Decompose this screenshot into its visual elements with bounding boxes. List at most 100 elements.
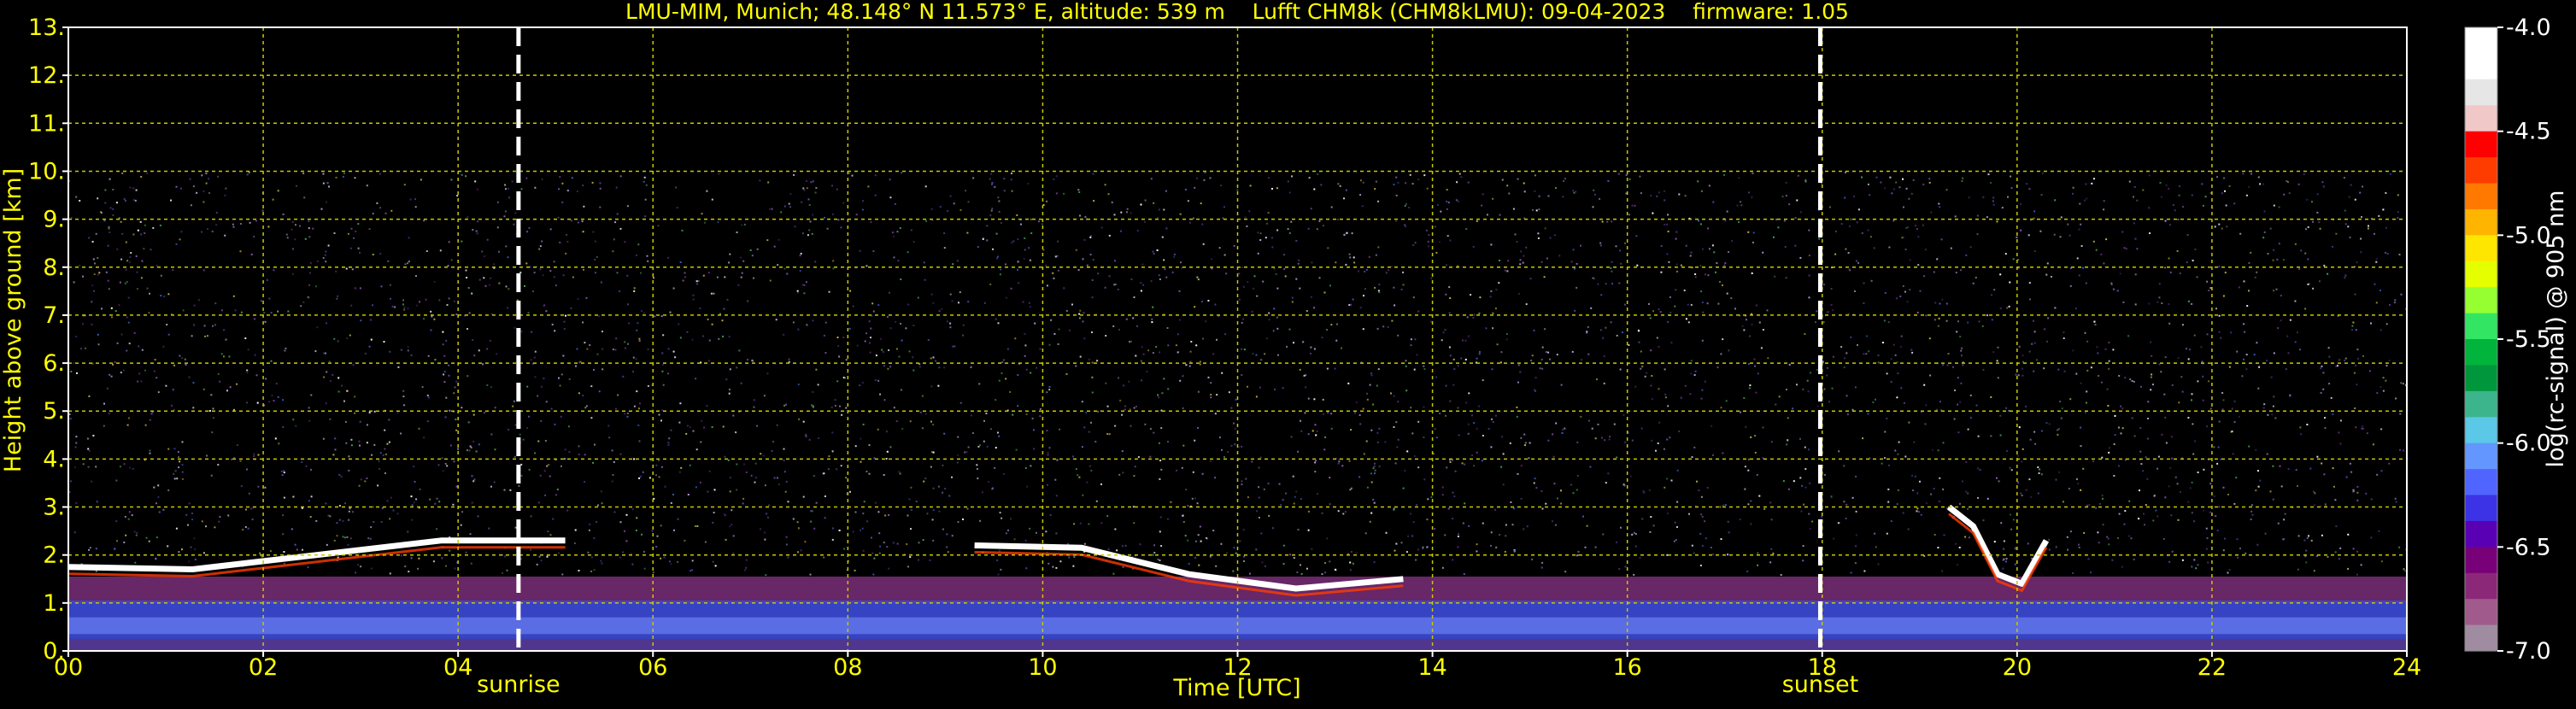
signal-noise-speck xyxy=(366,478,368,479)
signal-noise-speck xyxy=(1534,174,1536,177)
signal-noise-speck xyxy=(1170,501,1172,503)
signal-noise-speck xyxy=(1687,303,1689,306)
signal-noise-speck xyxy=(1533,482,1535,484)
signal-noise-speck xyxy=(2149,232,2151,234)
signal-noise-speck xyxy=(1906,301,1909,303)
signal-noise-speck xyxy=(466,375,469,378)
signal-noise-speck xyxy=(1257,252,1259,255)
signal-noise-speck xyxy=(2322,185,2325,188)
signal-noise-speck xyxy=(472,339,474,341)
signal-noise-speck xyxy=(1843,465,1845,467)
signal-noise-speck xyxy=(2209,287,2212,290)
signal-noise-speck xyxy=(1601,220,1604,223)
signal-noise-speck xyxy=(506,569,508,571)
signal-noise-speck xyxy=(215,224,218,226)
signal-noise-speck xyxy=(828,290,830,293)
signal-noise-speck xyxy=(1972,282,1975,284)
signal-noise-speck xyxy=(1501,179,1504,181)
signal-noise-speck xyxy=(797,551,799,554)
signal-noise-speck xyxy=(79,348,82,350)
signal-noise-speck xyxy=(647,384,649,387)
signal-noise-speck xyxy=(695,448,698,451)
signal-noise-speck xyxy=(1282,563,1285,565)
signal-noise-speck xyxy=(1440,210,1442,213)
signal-noise-speck xyxy=(1071,455,1074,458)
signal-noise-speck xyxy=(1957,377,1959,379)
signal-noise-speck xyxy=(1623,484,1626,487)
signal-noise-speck xyxy=(522,438,525,441)
signal-noise-speck xyxy=(1251,460,1253,463)
signal-noise-speck xyxy=(1265,337,1268,340)
signal-noise-speck xyxy=(786,272,789,275)
signal-noise-speck xyxy=(1294,495,1296,498)
signal-noise-speck xyxy=(1405,360,1407,362)
signal-noise-speck xyxy=(2186,348,2187,350)
signal-noise-speck xyxy=(188,502,191,505)
signal-noise-speck xyxy=(1259,239,1262,241)
signal-noise-speck xyxy=(1100,522,1103,524)
signal-noise-speck xyxy=(1012,413,1014,416)
signal-noise-speck xyxy=(1223,254,1226,256)
signal-noise-speck xyxy=(1414,242,1417,244)
signal-noise-speck xyxy=(1745,425,1747,428)
signal-noise-speck xyxy=(2313,490,2315,493)
signal-noise-speck xyxy=(494,407,496,409)
signal-noise-speck xyxy=(882,350,884,353)
signal-noise-speck xyxy=(695,280,698,283)
signal-noise-speck xyxy=(524,284,525,287)
signal-noise-speck xyxy=(2397,217,2399,219)
signal-noise-speck xyxy=(181,548,183,551)
signal-noise-speck xyxy=(534,350,537,353)
signal-noise-speck xyxy=(810,181,813,184)
signal-noise-speck xyxy=(1105,382,1107,384)
signal-noise-speck xyxy=(513,455,516,458)
signal-noise-speck xyxy=(1831,387,1834,390)
signal-noise-speck xyxy=(1276,187,1278,190)
signal-noise-speck xyxy=(79,200,81,202)
signal-noise-speck xyxy=(292,495,295,498)
signal-noise-speck xyxy=(141,260,144,262)
signal-noise-speck xyxy=(1157,394,1159,396)
signal-noise-speck xyxy=(1362,407,1364,410)
signal-noise-speck xyxy=(877,304,880,306)
signal-noise-speck xyxy=(1063,287,1065,290)
signal-noise-speck xyxy=(1903,206,1904,208)
signal-noise-speck xyxy=(2078,543,2080,546)
signal-noise-speck xyxy=(1472,245,1475,248)
signal-noise-speck xyxy=(566,190,569,192)
signal-noise-speck xyxy=(504,210,507,213)
signal-noise-speck xyxy=(861,382,864,384)
signal-noise-speck xyxy=(357,223,360,226)
signal-noise-speck xyxy=(227,514,230,517)
signal-noise-speck xyxy=(1492,197,1494,200)
signal-noise-speck xyxy=(2362,185,2364,188)
signal-noise-speck xyxy=(1787,417,1789,419)
signal-noise-speck xyxy=(672,287,675,290)
signal-noise-speck xyxy=(785,543,788,546)
signal-noise-speck xyxy=(1529,278,1532,280)
signal-noise-speck xyxy=(2305,549,2308,552)
signal-noise-speck xyxy=(1967,507,1969,510)
signal-noise-speck xyxy=(966,231,969,234)
signal-noise-speck xyxy=(2300,249,2303,252)
signal-noise-speck xyxy=(1239,540,1241,542)
signal-noise-speck xyxy=(155,557,157,560)
signal-noise-speck xyxy=(1201,223,1204,226)
signal-noise-speck xyxy=(1799,477,1802,479)
signal-noise-speck xyxy=(121,172,124,174)
signal-noise-speck xyxy=(384,429,386,431)
signal-noise-speck xyxy=(1363,295,1364,297)
signal-noise-speck xyxy=(591,556,593,559)
signal-noise-speck xyxy=(949,195,952,197)
signal-noise-speck xyxy=(1122,545,1124,548)
signal-noise-speck xyxy=(1291,296,1294,299)
signal-noise-speck xyxy=(1863,353,1865,355)
signal-noise-speck xyxy=(2339,547,2342,549)
signal-noise-speck xyxy=(538,248,541,250)
signal-noise-speck xyxy=(1435,376,1438,378)
signal-noise-speck xyxy=(932,302,935,304)
signal-noise-speck xyxy=(408,237,410,239)
signal-noise-speck xyxy=(112,208,114,210)
signal-noise-speck xyxy=(1782,480,1785,483)
signal-noise-speck xyxy=(1268,177,1270,179)
